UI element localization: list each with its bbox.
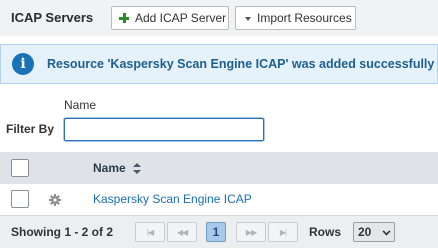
name-column-label: Name (93, 161, 126, 175)
rows-per-page-select[interactable]: 20 (353, 222, 395, 242)
page-title: ICAP Servers (11, 10, 94, 25)
gear-icon[interactable] (49, 194, 61, 206)
pager: Showing 1 - 2 of 2 |◀ ◀◀ 1 ▶▶ ▶| Rows 20 (0, 215, 438, 248)
add-icap-server-label: Add ICAP Server (135, 11, 227, 25)
last-page-button[interactable]: ▶| (268, 222, 298, 242)
table-header: Name (0, 152, 438, 184)
table-row: Kaspersky Scan Engine ICAP (0, 184, 438, 215)
chevron-down-icon (382, 227, 391, 236)
rows-label: Rows (309, 225, 342, 239)
filter-by-label: Filter By (6, 122, 55, 136)
sort-icon[interactable] (132, 162, 141, 174)
filter-panel: Name Filter By (0, 92, 438, 152)
caret-down-icon (245, 16, 251, 21)
toolbar: ICAP Servers Add ICAP Server Import Reso… (0, 0, 438, 36)
rows-per-page-value: 20 (358, 225, 372, 239)
first-page-button[interactable]: |◀ (135, 222, 165, 242)
pager-summary: Showing 1 - 2 of 2 (11, 225, 114, 239)
success-alert: i Resource 'Kaspersky Scan Engine ICAP' … (0, 44, 438, 84)
info-icon: i (12, 53, 34, 75)
filter-name-input[interactable] (64, 118, 264, 141)
current-page[interactable]: 1 (206, 222, 226, 242)
select-all-checkbox[interactable] (11, 159, 29, 177)
add-icap-server-button[interactable]: Add ICAP Server (111, 6, 229, 30)
alert-message: Resource 'Kaspersky Scan Engine ICAP' wa… (47, 57, 435, 71)
import-resources-label: Import Resources (257, 11, 352, 25)
next-page-button[interactable]: ▶▶ (236, 222, 266, 242)
prev-page-button[interactable]: ◀◀ (167, 222, 197, 242)
filter-column-label: Name (64, 98, 97, 112)
plus-icon (119, 13, 129, 23)
import-resources-button[interactable]: Import Resources (235, 6, 356, 30)
name-column-header[interactable]: Name (93, 161, 141, 175)
resource-name-link[interactable]: Kaspersky Scan Engine ICAP (93, 192, 252, 206)
row-checkbox[interactable] (11, 190, 29, 208)
